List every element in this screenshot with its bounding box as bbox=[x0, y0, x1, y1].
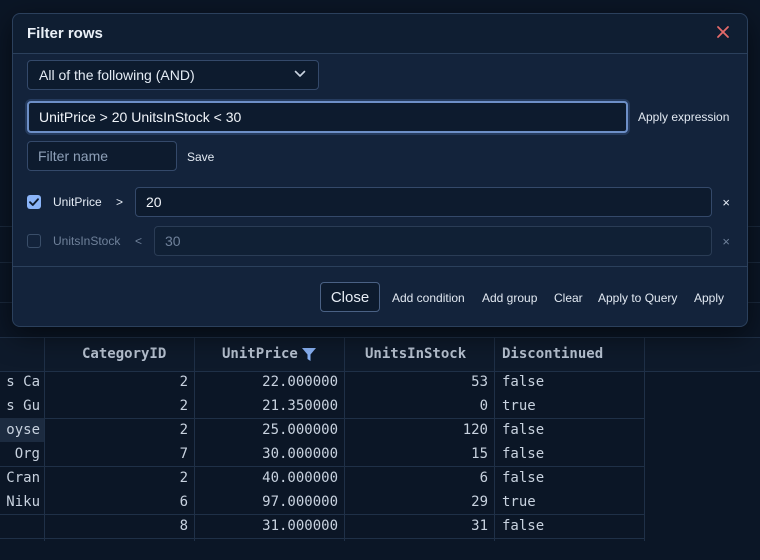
dialog-title: Filter rows bbox=[27, 25, 103, 42]
table-cell[interactable]: 7 bbox=[48, 442, 188, 466]
table-row[interactable]: Cran 2 40.000000 6 false bbox=[0, 466, 645, 490]
match-mode-select[interactable]: All of the following (AND) bbox=[27, 60, 319, 90]
close-button[interactable]: Close bbox=[320, 282, 380, 312]
table-cell[interactable]: 97.000000 bbox=[198, 490, 338, 514]
condition-field[interactable]: UnitPrice bbox=[53, 195, 102, 209]
column-header-unitsinstock[interactable]: UnitsInStock bbox=[365, 338, 466, 371]
data-grid: CategoryID UnitPrice UnitsInStock Discon… bbox=[0, 337, 760, 560]
table-cell[interactable]: 6 bbox=[48, 490, 188, 514]
table-cell[interactable]: 29 bbox=[348, 490, 488, 514]
remove-condition-button[interactable]: × bbox=[722, 234, 730, 249]
table-cell[interactable]: 31 bbox=[348, 514, 488, 538]
table-cell[interactable]: 21.350000 bbox=[198, 394, 338, 418]
table-cell[interactable]: 53 bbox=[348, 370, 488, 394]
table-cell[interactable]: 120 bbox=[348, 418, 488, 442]
table-row[interactable]: 8 31.000000 31 false bbox=[0, 514, 645, 538]
table-cell[interactable]: true bbox=[502, 490, 536, 514]
table-cell[interactable]: Cran bbox=[0, 466, 40, 490]
table-cell[interactable]: s Gu bbox=[0, 394, 40, 418]
check-icon bbox=[29, 198, 39, 206]
apply-to-query-button[interactable]: Apply to Query bbox=[598, 291, 677, 305]
row-divider bbox=[0, 538, 645, 539]
table-cell[interactable]: false bbox=[502, 418, 544, 442]
table-row[interactable]: s Gu 2 21.350000 0 true bbox=[0, 394, 645, 418]
table-cell[interactable]: oyse bbox=[0, 418, 40, 442]
close-icon[interactable] bbox=[715, 24, 731, 40]
dialog-header: Filter rows bbox=[13, 14, 747, 54]
table-cell[interactable]: 0 bbox=[348, 394, 488, 418]
table-cell[interactable]: Org bbox=[0, 442, 40, 466]
table-cell[interactable]: Niku bbox=[0, 490, 40, 514]
table-cell[interactable]: true bbox=[502, 394, 536, 418]
column-header-discontinued[interactable]: Discontinued bbox=[502, 338, 603, 371]
table-cell[interactable]: false bbox=[502, 514, 544, 538]
save-filter-button[interactable]: Save bbox=[187, 150, 214, 164]
table-cell[interactable]: 2 bbox=[48, 370, 188, 394]
table-cell[interactable]: false bbox=[502, 370, 544, 394]
table-cell[interactable]: 25.000000 bbox=[198, 418, 338, 442]
table-cell[interactable] bbox=[0, 514, 40, 538]
filter-icon[interactable] bbox=[301, 347, 317, 362]
column-header-unitprice[interactable]: UnitPrice bbox=[222, 338, 317, 371]
footer-divider bbox=[13, 266, 747, 267]
expression-input[interactable] bbox=[27, 101, 628, 133]
table-cell[interactable]: 2 bbox=[48, 466, 188, 490]
condition-enabled-checkbox[interactable] bbox=[27, 234, 41, 248]
condition-value-input[interactable] bbox=[135, 187, 712, 217]
apply-expression-button[interactable]: Apply expression bbox=[638, 110, 729, 124]
grid-header-row: CategoryID UnitPrice UnitsInStock Discon… bbox=[0, 337, 760, 372]
clear-button[interactable]: Clear bbox=[554, 291, 583, 305]
filter-dialog: Filter rows All of the following (AND) A… bbox=[12, 13, 748, 327]
table-cell[interactable]: 6 bbox=[348, 466, 488, 490]
table-row[interactable]: oyse 2 25.000000 120 false bbox=[0, 418, 645, 442]
table-row[interactable]: s Ca 2 22.000000 53 false bbox=[0, 370, 645, 394]
table-cell[interactable]: false bbox=[502, 442, 544, 466]
match-mode-value: All of the following (AND) bbox=[39, 67, 195, 83]
column-header-unitprice-label: UnitPrice bbox=[222, 346, 298, 362]
add-group-button[interactable]: Add group bbox=[482, 291, 537, 305]
apply-button[interactable]: Apply bbox=[694, 291, 724, 305]
condition-enabled-checkbox[interactable] bbox=[27, 195, 41, 209]
remove-condition-button[interactable]: × bbox=[722, 195, 730, 210]
table-row[interactable]: Org 7 30.000000 15 false bbox=[0, 442, 645, 466]
column-header-categoryid[interactable]: CategoryID bbox=[82, 338, 166, 371]
condition-row: UnitsInStock < × bbox=[13, 226, 747, 256]
table-cell[interactable]: 22.000000 bbox=[198, 370, 338, 394]
condition-operator[interactable]: > bbox=[116, 195, 123, 209]
table-cell[interactable]: s Ca bbox=[0, 370, 40, 394]
table-cell[interactable]: 40.000000 bbox=[198, 466, 338, 490]
chevron-down-icon bbox=[294, 70, 306, 77]
add-condition-button[interactable]: Add condition bbox=[392, 291, 465, 305]
table-row[interactable]: Niku 6 97.000000 29 true bbox=[0, 490, 645, 514]
table-cell[interactable]: 31.000000 bbox=[198, 514, 338, 538]
condition-field[interactable]: UnitsInStock bbox=[53, 234, 120, 248]
table-cell[interactable]: 8 bbox=[48, 514, 188, 538]
table-cell[interactable]: 2 bbox=[48, 418, 188, 442]
filter-name-input[interactable] bbox=[27, 141, 177, 171]
table-cell[interactable]: 2 bbox=[48, 394, 188, 418]
table-cell[interactable]: false bbox=[502, 466, 544, 490]
table-cell[interactable]: 15 bbox=[348, 442, 488, 466]
condition-value-input[interactable] bbox=[154, 226, 712, 256]
condition-operator[interactable]: < bbox=[135, 234, 142, 248]
table-cell[interactable]: 30.000000 bbox=[198, 442, 338, 466]
condition-row: UnitPrice > × bbox=[13, 187, 747, 217]
